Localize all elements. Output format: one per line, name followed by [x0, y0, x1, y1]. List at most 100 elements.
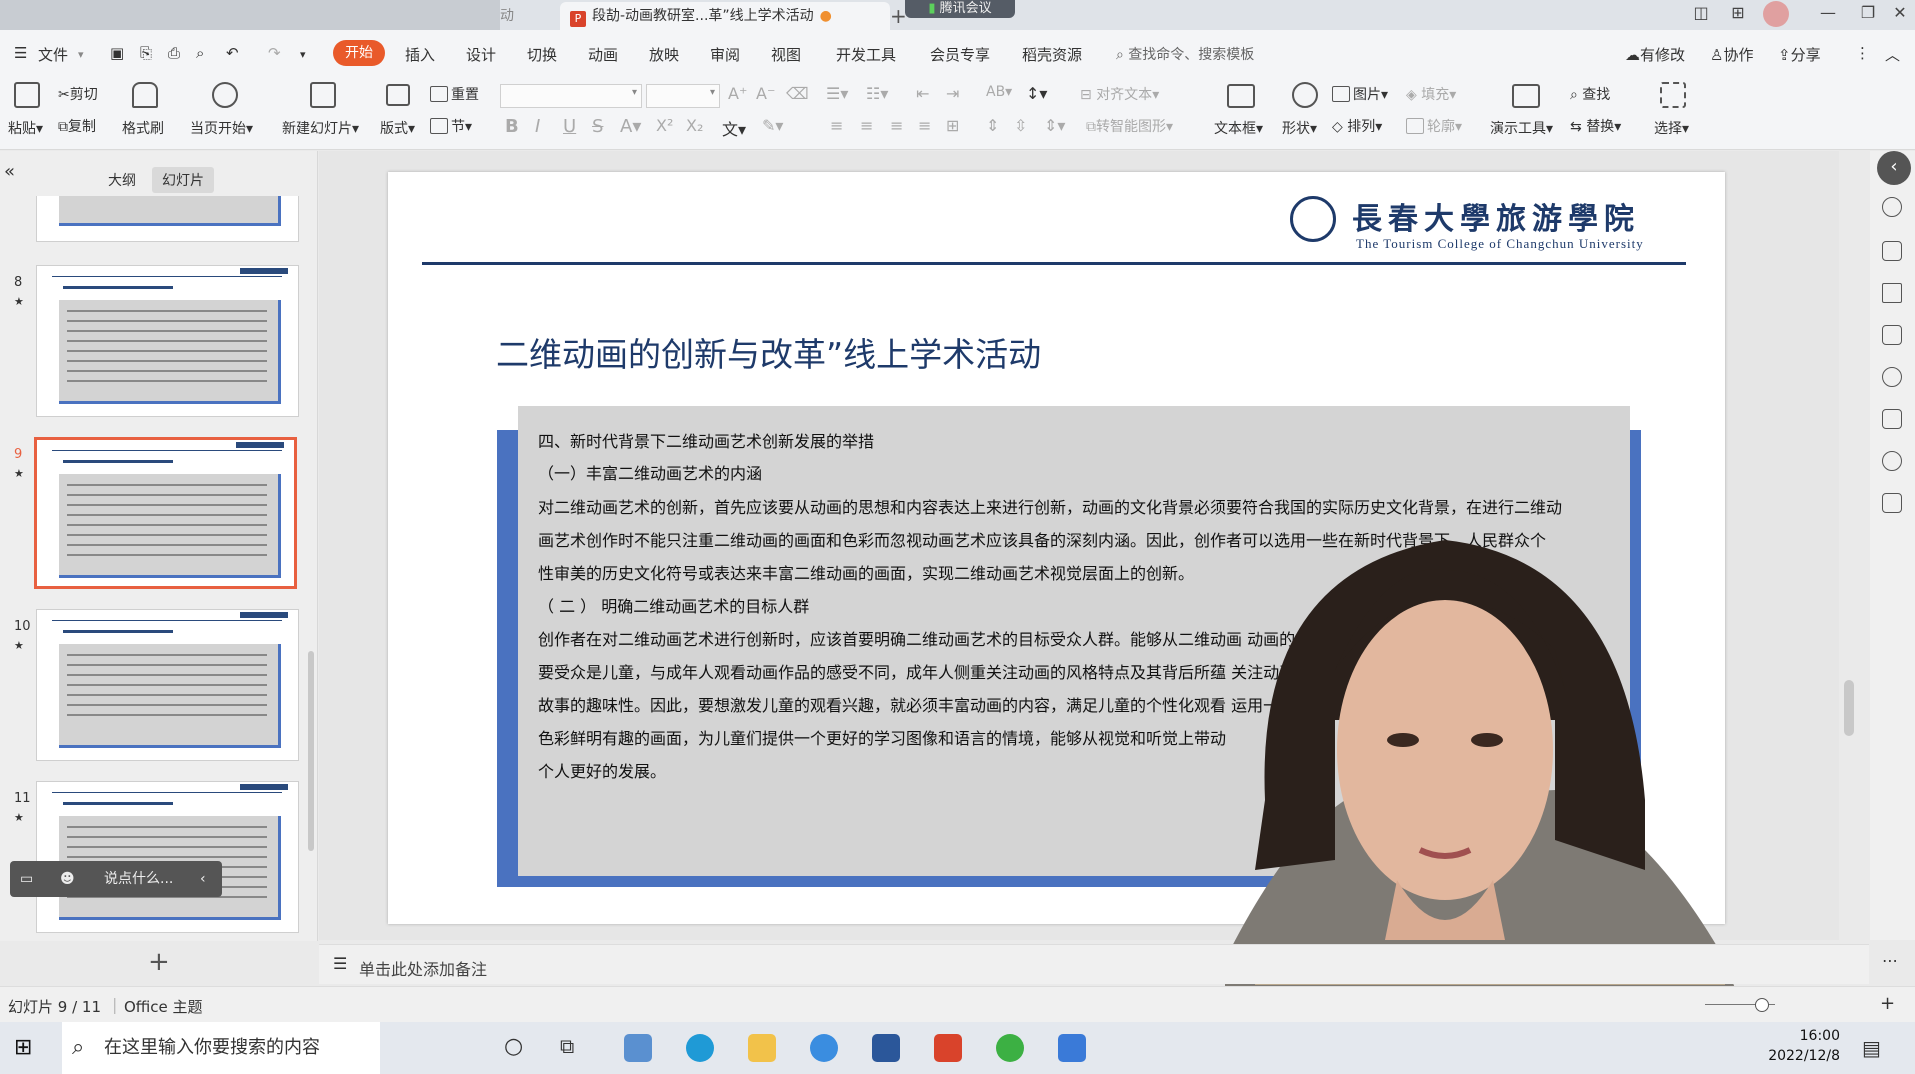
star-icon[interactable]: [1882, 283, 1902, 303]
justify-icon[interactable]: ≡: [918, 116, 931, 135]
menu-slideshow[interactable]: 放映: [649, 44, 679, 65]
menu-transitions[interactable]: 切换: [527, 44, 557, 65]
bold-icon[interactable]: B: [505, 116, 519, 137]
menu-view[interactable]: 视图: [771, 44, 801, 65]
fill-button[interactable]: ◈ 填充▾: [1406, 84, 1456, 104]
sort-icon[interactable]: ↕▾: [1026, 84, 1047, 103]
menu-review[interactable]: 审阅: [710, 44, 740, 65]
redo-icon[interactable]: ↷: [268, 44, 281, 62]
hamburger-icon[interactable]: ☰: [14, 44, 27, 62]
font-shrink-icon[interactable]: A⁻: [756, 84, 775, 103]
word-icon[interactable]: [872, 1034, 900, 1062]
avatar[interactable]: [1758, 0, 1794, 28]
add-slide-button[interactable]: +: [148, 947, 170, 977]
export-icon[interactable]: ⎘: [140, 44, 152, 62]
tab-slides[interactable]: 幻灯片: [152, 167, 214, 193]
collapse-ribbon-icon[interactable]: ︿: [1885, 44, 1900, 65]
increase-indent-icon[interactable]: ⇥: [946, 84, 959, 103]
slide-thumbnail-7[interactable]: [36, 196, 299, 242]
emoji-icon[interactable]: ☻: [60, 861, 75, 897]
more-icon[interactable]: ⋯: [1882, 951, 1902, 971]
clear-format-icon[interactable]: ⌫: [786, 84, 809, 103]
slide-title[interactable]: 二维动画的创新与改革”线上学术活动: [496, 328, 1041, 376]
presenter-tools-button[interactable]: 演示工具▾: [1490, 118, 1553, 138]
slide-thumbnail-11[interactable]: [36, 781, 299, 933]
underline-icon[interactable]: U: [563, 116, 576, 137]
outline-button[interactable]: 轮廓▾: [1406, 116, 1462, 136]
tab-inactive[interactable]: 动 ●: [490, 2, 550, 52]
section-button[interactable]: 节▾: [430, 116, 472, 136]
help-icon[interactable]: [1882, 367, 1902, 387]
screen-share-icon[interactable]: ▭: [20, 861, 33, 897]
select-button[interactable]: 选择▾: [1654, 118, 1689, 138]
undo-icon[interactable]: ↶: [226, 44, 239, 62]
slide-thumbnail-10[interactable]: [36, 609, 299, 761]
file-explorer-icon[interactable]: [748, 1034, 776, 1062]
layout-button[interactable]: 版式▾: [380, 118, 415, 138]
font-grow-icon[interactable]: A⁺: [728, 84, 747, 103]
distribute-icon[interactable]: ⊞: [946, 116, 959, 135]
highlight-icon[interactable]: ✎▾: [762, 116, 783, 135]
grid-icon[interactable]: ⊞: [1720, 0, 1756, 28]
meeting-app-icon[interactable]: [1058, 1034, 1086, 1062]
paragraph-spacing-icon[interactable]: ⇳: [1014, 116, 1027, 135]
replace-button[interactable]: ⇆ 替换▾: [1570, 116, 1621, 136]
system-clock[interactable]: 16:00 2022/12/8: [1760, 1028, 1840, 1064]
collapse-panel-icon[interactable]: «: [4, 161, 15, 182]
has-changes-button[interactable]: ☁有修改: [1625, 44, 1685, 65]
minimize-button[interactable]: —: [1808, 0, 1848, 28]
line-spacing-icon[interactable]: ⇕: [986, 116, 999, 135]
italic-icon[interactable]: I: [535, 116, 540, 137]
more-icon[interactable]: ⋮: [1855, 44, 1870, 62]
chat-input[interactable]: 说点什么...: [104, 861, 173, 897]
menu-file[interactable]: 文件: [38, 44, 68, 65]
arrange-button[interactable]: ◇ 排列▾: [1332, 116, 1382, 136]
close-button[interactable]: ✕: [1880, 0, 1915, 28]
tab-active-document[interactable]: P 段劼-动画教研室...革”线上学术活动 ●: [560, 2, 890, 30]
meeting-indicator[interactable]: ▮ 腾讯会议: [905, 0, 1015, 18]
notes-pane[interactable]: ☰ 单击此处添加备注: [319, 944, 1869, 984]
font-size-select[interactable]: ▾: [646, 84, 720, 108]
share-button[interactable]: ⇪分享: [1778, 44, 1821, 65]
zoom-slider-handle[interactable]: [1755, 998, 1769, 1012]
phonetic-icon[interactable]: 文▾: [722, 116, 746, 140]
slide-thumbnail-8[interactable]: [36, 265, 299, 417]
menu-design[interactable]: 设计: [466, 44, 496, 65]
copy-button[interactable]: ⧉复制: [58, 116, 96, 136]
slide-switch-icon[interactable]: [1882, 325, 1902, 345]
chevron-left-icon[interactable]: ‹: [200, 861, 206, 897]
preview-icon[interactable]: ⌕: [196, 44, 204, 62]
save-icon[interactable]: ▣: [110, 44, 124, 62]
adjust-icon[interactable]: [1882, 241, 1902, 261]
align-text-button[interactable]: ⊟ 对齐文本▾: [1080, 84, 1159, 104]
zoom-in-icon[interactable]: +: [1880, 993, 1895, 1014]
find-button[interactable]: ⌕ 查找: [1570, 84, 1610, 104]
smart-shape-button[interactable]: ⧉转智能图形▾: [1086, 116, 1173, 136]
print-icon[interactable]: ⎙: [168, 44, 180, 62]
column-icon[interactable]: ⇕▾: [1044, 116, 1065, 135]
new-slide-button[interactable]: 新建幻灯片▾: [282, 118, 359, 138]
layout-icon[interactable]: ◫: [1683, 0, 1719, 28]
edge-icon[interactable]: [686, 1034, 714, 1062]
align-left-icon[interactable]: ≡: [830, 116, 843, 135]
align-center-icon[interactable]: ≡: [860, 116, 873, 135]
numbering-icon[interactable]: ☷▾: [866, 84, 888, 103]
command-search[interactable]: ⌕ 查找命令、搜索模板: [1116, 44, 1254, 64]
ie-icon[interactable]: [810, 1034, 838, 1062]
customize-icon[interactable]: ▾: [300, 48, 306, 61]
meeting-chat-bar[interactable]: ▭ ☻ 说点什么... ‹: [10, 861, 222, 897]
menu-membership[interactable]: 会员专享: [930, 44, 990, 65]
computer-icon[interactable]: [624, 1034, 652, 1062]
notification-icon[interactable]: ▤: [1862, 1036, 1881, 1060]
font-family-select[interactable]: ▾: [500, 84, 642, 108]
text-direction-icon[interactable]: AB▾: [986, 84, 1012, 100]
notes-placeholder[interactable]: 单击此处添加备注: [359, 956, 487, 980]
theme-name[interactable]: Office 主题: [124, 996, 203, 1017]
reset-button[interactable]: 重置: [430, 84, 479, 104]
decrease-indent-icon[interactable]: ⇤: [916, 84, 929, 103]
taskbar-search-box[interactable]: ⌕ 在这里输入你要搜索的内容: [62, 1022, 380, 1074]
menu-insert[interactable]: 插入: [405, 44, 435, 65]
picture-button[interactable]: 图片▾: [1332, 84, 1388, 104]
book-icon[interactable]: [1882, 493, 1902, 513]
cortana-icon[interactable]: ○: [504, 1034, 523, 1059]
